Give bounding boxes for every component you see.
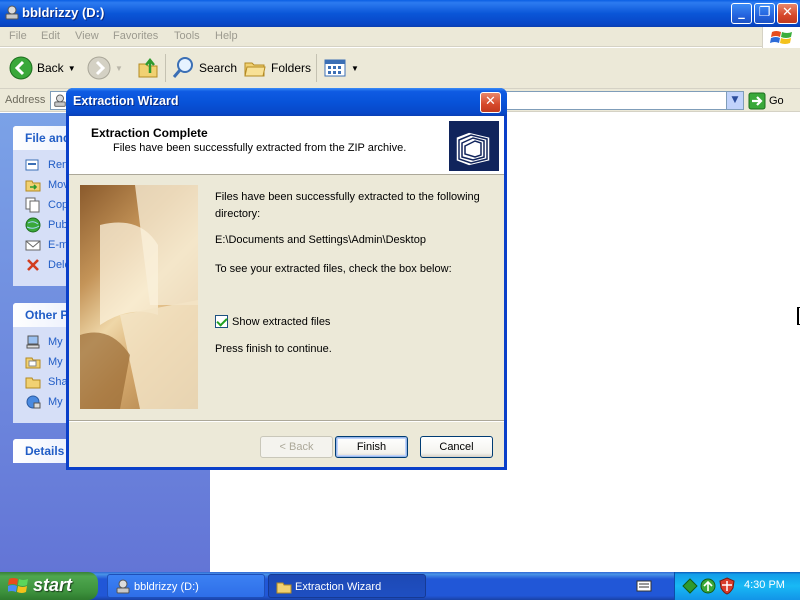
forward-arrow-icon bbox=[87, 56, 111, 80]
menu-file[interactable]: File bbox=[9, 30, 27, 42]
views-icon bbox=[324, 59, 346, 77]
dialog-titlebar[interactable]: Extraction Wizard ✕ bbox=[66, 88, 507, 116]
dialog-title: Extraction Wizard bbox=[73, 94, 179, 108]
minimize-button[interactable]: _ bbox=[731, 3, 752, 24]
folders-button[interactable]: Folders bbox=[243, 54, 311, 82]
security-shield-icon[interactable] bbox=[718, 577, 736, 595]
menu-edit[interactable]: Edit bbox=[41, 30, 60, 42]
finish-button[interactable]: Finish bbox=[335, 436, 408, 458]
address-label: Address bbox=[5, 94, 46, 106]
show-files-checkbox[interactable]: Show extracted files bbox=[215, 315, 330, 328]
go-label: Go bbox=[769, 95, 784, 107]
documents-folder-icon bbox=[25, 357, 41, 369]
go-button[interactable]: Go bbox=[748, 92, 784, 110]
cancel-button[interactable]: Cancel bbox=[420, 436, 493, 458]
search-label: Search bbox=[199, 61, 238, 75]
views-button[interactable]: ▼ bbox=[323, 54, 359, 82]
menu-tools[interactable]: Tools bbox=[174, 30, 200, 42]
forward-button[interactable]: ▼ bbox=[87, 54, 123, 82]
checkbox-checked[interactable] bbox=[215, 315, 228, 328]
zip-folder-icon bbox=[449, 121, 499, 171]
continue-text: Press finish to continue. bbox=[215, 343, 332, 355]
instruction-text: To see your extracted files, check the b… bbox=[215, 263, 452, 275]
dialog-header: Extraction Complete Files have been succ… bbox=[69, 116, 504, 175]
menu-view[interactable]: View bbox=[75, 30, 99, 42]
toolbar: Back ▼ ▼ Search Folders ▼ bbox=[0, 48, 800, 89]
place-label: My bbox=[48, 356, 63, 368]
success-text-line1: Files have been successfully extracted t… bbox=[215, 191, 480, 203]
task-label: bbldrizzy (D:) bbox=[134, 581, 199, 593]
forward-dropdown-icon[interactable]: ▼ bbox=[115, 64, 123, 73]
shared-folder-icon bbox=[25, 377, 41, 389]
menu-favorites[interactable]: Favorites bbox=[113, 30, 158, 42]
extraction-wizard-dialog: Extraction Wizard ✕ Extraction Complete … bbox=[66, 88, 507, 470]
maximize-button[interactable]: ❐ bbox=[754, 3, 775, 24]
update-tray-icon[interactable] bbox=[699, 577, 717, 595]
dialog-close-button[interactable]: ✕ bbox=[480, 92, 501, 113]
back-arrow-icon bbox=[9, 56, 33, 80]
start-button[interactable]: start bbox=[0, 572, 98, 600]
move-icon bbox=[25, 180, 41, 192]
toolbar-separator bbox=[165, 54, 166, 82]
windows-logo-icon bbox=[762, 27, 800, 49]
folders-icon bbox=[244, 62, 266, 77]
header-title: Extraction Complete bbox=[91, 126, 208, 140]
window-title: bbldrizzy (D:) bbox=[22, 5, 105, 20]
dialog-body: Extraction Complete Files have been succ… bbox=[69, 116, 504, 467]
delete-x-icon bbox=[27, 259, 39, 271]
drive-icon bbox=[54, 94, 66, 107]
up-folder-button[interactable] bbox=[136, 54, 160, 82]
place-label: My bbox=[48, 396, 63, 408]
views-dropdown-icon: ▼ bbox=[351, 63, 359, 73]
checkbox-label: Show extracted files bbox=[232, 315, 331, 328]
close-button[interactable]: ✕ bbox=[777, 3, 798, 24]
folder-icon bbox=[276, 582, 292, 594]
extract-path: E:\Documents and Settings\Admin\Desktop bbox=[215, 234, 426, 246]
publish-globe-icon bbox=[25, 217, 41, 233]
place-label: My bbox=[48, 336, 63, 348]
folders-label: Folders bbox=[271, 61, 312, 75]
system-tray: 4:30 PM bbox=[674, 572, 800, 600]
search-icon bbox=[172, 57, 193, 78]
search-button[interactable]: Search bbox=[171, 54, 237, 82]
taskbar: start bbldrizzy (D:) Extraction Wizard 4… bbox=[0, 572, 800, 600]
copy-icon bbox=[25, 197, 40, 213]
success-text-line2: directory: bbox=[215, 208, 261, 220]
rename-icon bbox=[25, 159, 39, 171]
explorer-titlebar[interactable]: bbldrizzy (D:) _ ❐ ✕ bbox=[0, 0, 800, 27]
back-dropdown-icon[interactable]: ▼ bbox=[68, 64, 76, 73]
back-label: Back bbox=[37, 61, 64, 75]
place-label: Sha bbox=[48, 376, 68, 388]
computer-icon bbox=[26, 335, 40, 349]
menu-bar: File Edit View Favorites Tools Help bbox=[0, 27, 800, 47]
start-label: start bbox=[33, 575, 73, 595]
dialog-divider bbox=[69, 420, 504, 422]
drive-icon bbox=[5, 5, 19, 20]
toolbar-separator bbox=[316, 54, 317, 82]
windows-flag-icon bbox=[8, 578, 28, 593]
drive-icon bbox=[116, 579, 130, 594]
taskbar-explorer-button[interactable]: bbldrizzy (D:) bbox=[107, 574, 265, 598]
task-label: Extraction Wizard bbox=[295, 581, 382, 593]
up-folder-icon bbox=[138, 57, 158, 78]
email-icon bbox=[25, 240, 41, 251]
wizard-image bbox=[80, 185, 198, 409]
network-tray-icon[interactable] bbox=[681, 577, 699, 595]
taskbar-wizard-button[interactable]: Extraction Wizard bbox=[268, 574, 426, 598]
clock: 4:30 PM bbox=[744, 579, 785, 591]
task-label: Pub bbox=[48, 219, 68, 231]
keyboard-icon[interactable] bbox=[636, 579, 652, 593]
address-dropdown-icon[interactable]: ▼ bbox=[726, 92, 743, 109]
go-arrow-icon bbox=[748, 92, 766, 110]
network-icon bbox=[26, 395, 41, 409]
menu-help[interactable]: Help bbox=[215, 30, 238, 42]
back-button[interactable]: < Back bbox=[260, 436, 333, 458]
back-button[interactable]: Back ▼ bbox=[9, 54, 76, 82]
header-subtitle: Files have been successfully extracted f… bbox=[113, 142, 407, 154]
